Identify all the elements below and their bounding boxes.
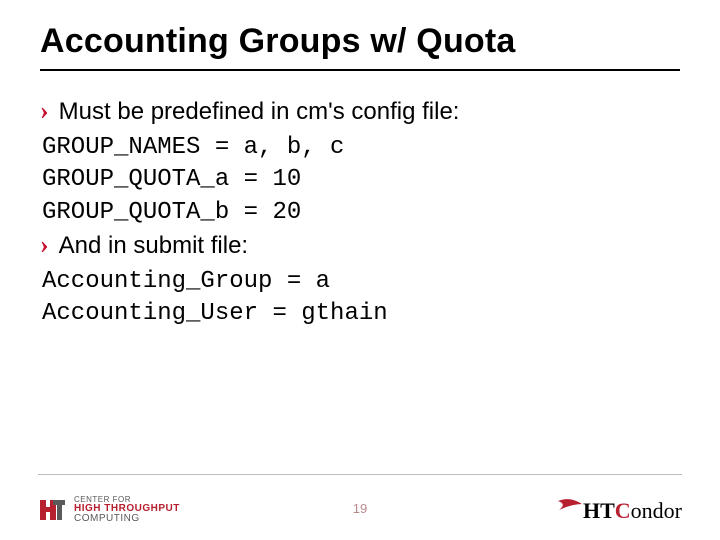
footer-divider [38,474,682,475]
slide-footer: CENTER FOR HIGH THROUGHPUT COMPUTING 19 … [0,474,720,530]
page-number: 19 [353,501,367,516]
htcondor-wing-icon [557,499,583,513]
chtc-line3: COMPUTING [74,514,180,524]
bullet-text: Must be predefined in cm's config file: [59,95,460,130]
htcondor-logo: HT C ondor [557,498,682,524]
chtc-logo: CENTER FOR HIGH THROUGHPUT COMPUTING [38,496,180,524]
chtc-logo-icon [38,496,66,524]
htcondor-text-c: C [615,498,631,524]
chtc-logo-text: CENTER FOR HIGH THROUGHPUT COMPUTING [74,496,180,524]
bullet-marker-icon: › [40,229,49,260]
code-block: Accounting_Group = a Accounting_User = g… [42,266,680,331]
title-underline [40,69,680,71]
slide-title: Accounting Groups w/ Quota [40,22,680,61]
htcondor-text-ht: HT [583,498,615,524]
code-block: GROUP_NAMES = a, b, c GROUP_QUOTA_a = 10… [42,132,680,229]
bullet-text: And in submit file: [59,229,248,264]
bullet-marker-icon: › [40,95,49,126]
htcondor-text-rest: ondor [631,498,682,524]
bullet-item: › And in submit file: [40,229,680,264]
slide-body: › Must be predefined in cm's config file… [40,95,680,331]
bullet-item: › Must be predefined in cm's config file… [40,95,680,130]
